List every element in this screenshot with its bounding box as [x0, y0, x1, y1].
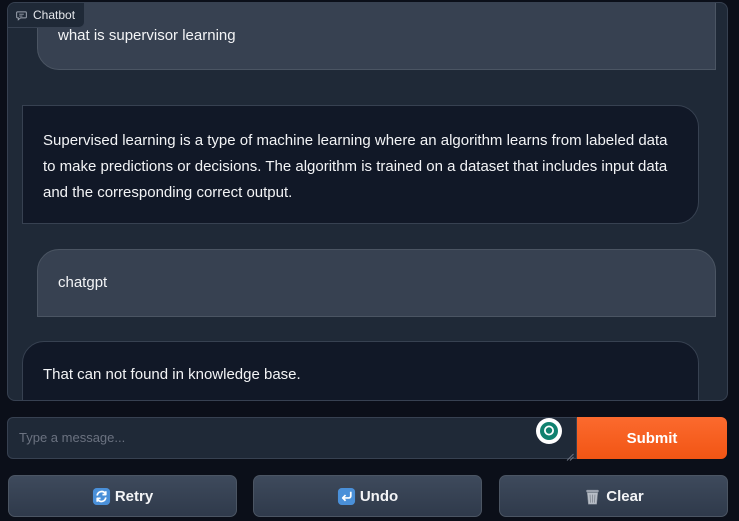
submit-button[interactable]: Submit: [577, 417, 727, 459]
assistant-bubble-icon[interactable]: [536, 418, 562, 444]
retry-icon: [92, 487, 111, 506]
bot-message: That can not found in knowledge base.: [22, 341, 699, 400]
chatbot-panel: what is supervisor learning Supervised l…: [7, 2, 728, 401]
user-message: chatgpt: [37, 249, 716, 317]
resize-handle-icon[interactable]: [566, 448, 574, 461]
undo-icon: [337, 487, 356, 506]
trash-icon: [583, 487, 602, 506]
message-text: chatgpt: [58, 274, 108, 291]
retry-button[interactable]: Retry: [8, 475, 237, 517]
message-line: Supervised learning is a type of machine…: [43, 132, 668, 149]
message-composer: [7, 417, 577, 461]
clear-button[interactable]: Clear: [499, 475, 728, 517]
retry-label: Retry: [114, 487, 154, 505]
message-text: what is supervisor learning: [58, 26, 236, 44]
bot-message: Supervised learning is a type of machine…: [22, 105, 699, 224]
chatbot-label: Chatbot: [8, 3, 86, 28]
chatbot-label-text: Chatbot: [33, 8, 76, 22]
message-input[interactable]: [8, 418, 576, 458]
clear-label: Clear: [606, 487, 644, 505]
user-message: what is supervisor learning: [37, 3, 716, 70]
message-list[interactable]: what is supervisor learning Supervised l…: [8, 3, 727, 400]
message-line: to make predictions or decisions. The al…: [43, 158, 668, 175]
undo-label: Undo: [359, 487, 399, 505]
undo-button[interactable]: Undo: [253, 475, 482, 517]
message-text: That can not found in knowledge base.: [43, 366, 301, 383]
chat-bubble-icon: [16, 10, 27, 21]
message-line: and the corresponding correct output.: [43, 184, 293, 201]
